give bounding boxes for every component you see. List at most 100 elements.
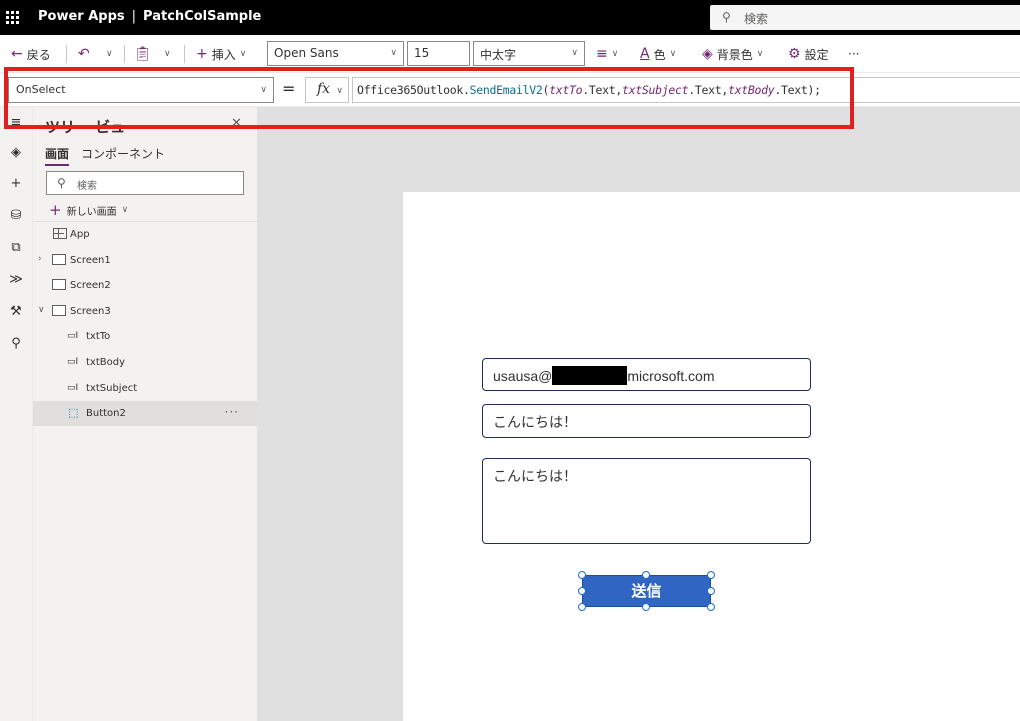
divider [184, 45, 185, 63]
more-commands-button[interactable]: ··· [848, 45, 859, 63]
insert-button[interactable]: + 挿入 ∨ [196, 45, 246, 63]
settings-button[interactable]: ⚙ 設定 [788, 45, 829, 63]
formula-ref-txtbody: txtBody [727, 83, 775, 97]
media-icon[interactable]: ⧉ [6, 240, 26, 260]
undo-dropdown[interactable]: ∨ [106, 45, 113, 63]
align-icon: ≡ [596, 46, 608, 62]
chevron-right-icon[interactable]: › [38, 254, 42, 264]
resize-handle[interactable] [707, 587, 715, 595]
layers-icon[interactable]: ◈ [6, 145, 26, 165]
left-rail: ≡ ◈ + ⛁ ⧉ ≫ ⚒ ⚲ [0, 107, 33, 721]
tree-node-label: txtBody [86, 357, 126, 368]
screen-icon [52, 254, 66, 265]
tree-search-input[interactable]: ⚲ 検索 [46, 171, 244, 195]
chevron-down-icon: ∨ [390, 48, 397, 58]
formula-end: .Text); [774, 83, 821, 97]
tree-node-screen2[interactable]: Screen2 [33, 273, 257, 298]
resize-handle[interactable] [578, 571, 586, 579]
power-automate-icon[interactable]: ≫ [6, 272, 26, 292]
chevron-down-icon: ∨ [121, 205, 129, 215]
background-color-button[interactable]: ◈ 背景色 ∨ [702, 45, 763, 63]
background-color-label: 背景色 [716, 47, 753, 62]
tree-search-placeholder: 検索 [77, 181, 97, 192]
formula-ref-txtto: txtTo [549, 83, 583, 97]
color-label: 色 [653, 47, 666, 62]
global-search-box[interactable]: ⚲ 検索 [710, 5, 1020, 30]
new-screen-button[interactable]: + 新しい画面 ∨ [49, 201, 128, 219]
resize-handle[interactable] [578, 603, 586, 611]
app-icon [53, 228, 67, 239]
fx-icon: fx [317, 81, 331, 97]
hamburger-menu-icon[interactable]: ≡ [6, 115, 26, 135]
font-family-dropdown[interactable]: Open Sans ∨ [267, 41, 404, 66]
paste-dropdown[interactable]: ∨ [164, 45, 171, 63]
search-icon[interactable]: ⚲ [6, 336, 26, 356]
text-input-icon: ▭I [67, 357, 79, 367]
tree-node-label: txtSubject [86, 383, 138, 394]
align-button[interactable]: ≡ ∨ [596, 45, 618, 63]
subject-text-input[interactable]: こんにちは！ [482, 404, 811, 438]
resize-handle[interactable] [578, 587, 586, 595]
tools-icon[interactable]: ⚒ [6, 304, 26, 324]
property-dropdown[interactable]: OnSelect ∨ [8, 77, 274, 103]
formula-prop: .Text, [582, 83, 622, 97]
tab-components[interactable]: コンポーネント [81, 145, 165, 166]
formula-bar: OnSelect ∨ = fx ∨ Office365Outlook.SendE… [0, 73, 1020, 107]
chevron-down-icon: ∨ [260, 85, 267, 95]
resize-handle[interactable] [642, 603, 650, 611]
tree-node-screen3[interactable]: ∨ Screen3 [33, 299, 257, 324]
screen-icon [52, 279, 66, 290]
font-weight-dropdown[interactable]: 中太字 ∨ [473, 41, 585, 66]
tree-node-txtsubject[interactable]: ▭I txtSubject [33, 376, 257, 401]
plus-icon[interactable]: + [6, 176, 26, 196]
chevron-down-icon: ∨ [336, 86, 343, 96]
equals-sign: = [282, 79, 296, 98]
resize-handle[interactable] [642, 571, 650, 579]
insert-label: 挿入 [211, 47, 236, 62]
tree-node-app[interactable]: App [33, 222, 257, 247]
text-input-icon: ▭I [67, 331, 79, 341]
new-screen-label: 新しい画面 [66, 206, 117, 218]
app-launcher-icon[interactable] [6, 11, 20, 25]
formula-input[interactable]: Office365Outlook.SendEmailV2(txtTo.Text,… [352, 77, 1020, 103]
undo-icon: ↶ [78, 46, 90, 62]
more-label: ··· [848, 47, 860, 61]
paint-bucket-icon: ◈ [702, 46, 713, 62]
plus-icon: + [49, 201, 62, 219]
chevron-down-icon: ∨ [669, 49, 677, 59]
search-icon: ⚲ [722, 10, 731, 24]
to-text-input[interactable]: usausa@ microsoft.com [482, 358, 811, 391]
close-icon[interactable]: ✕ [231, 116, 242, 131]
tree-node-txtbody[interactable]: ▭I txtBody [33, 350, 257, 375]
resize-handle[interactable] [707, 571, 715, 579]
chevron-down-icon[interactable]: ∨ [38, 305, 45, 315]
back-button[interactable]: ← 戻る [11, 45, 51, 63]
font-size-input[interactable]: 15 [407, 41, 470, 66]
resize-handle[interactable] [707, 603, 715, 611]
clipboard-icon: 📋︎ [134, 46, 152, 62]
tree-node-button2[interactable]: ⬚ Button2 ··· [33, 401, 257, 426]
app-name: PatchColSample [143, 9, 262, 24]
body-value: こんにちは！ [493, 468, 577, 484]
chevron-down-icon: ∨ [164, 49, 171, 59]
font-size-value: 15 [414, 46, 430, 60]
tree-node-screen1[interactable]: › Screen1 [33, 248, 257, 273]
tab-screens[interactable]: 画面 [45, 145, 70, 166]
undo-button[interactable]: ↶ [78, 45, 90, 63]
tree-view-title: ツリー ビュー [45, 118, 141, 136]
tree-node-label: Screen3 [70, 306, 111, 317]
app-title: Power Apps | PatchColSample [38, 9, 261, 24]
body-text-input[interactable]: こんにちは！ [482, 458, 811, 544]
database-icon[interactable]: ⛁ [6, 208, 26, 228]
subject-value: こんにちは！ [493, 414, 577, 430]
color-button[interactable]: A 色 ∨ [640, 45, 676, 63]
formula-prop: .Text, [688, 83, 728, 97]
function-button[interactable]: fx ∨ [305, 77, 349, 103]
chevron-down-icon: ∨ [756, 49, 764, 59]
tree-node-txtto[interactable]: ▭I txtTo [33, 324, 257, 349]
to-prefix: usausa@ [493, 368, 553, 384]
screen-icon [52, 305, 66, 316]
paste-button[interactable]: 📋︎ [134, 45, 152, 63]
chevron-down-icon: ∨ [611, 49, 619, 59]
more-options-icon[interactable]: ··· [225, 405, 239, 419]
